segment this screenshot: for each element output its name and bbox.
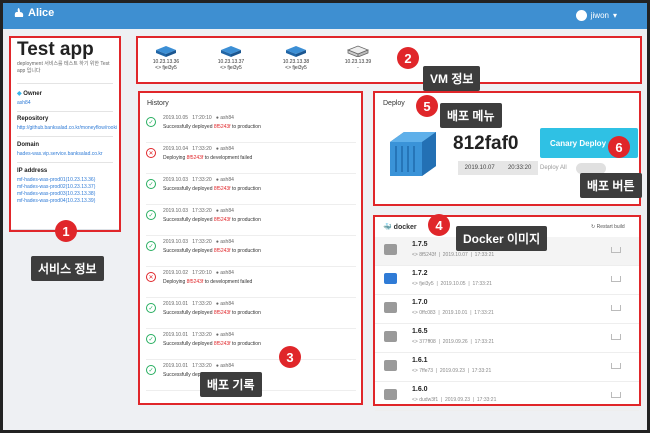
user-menu[interactable]: jiwon ▾ (575, 10, 617, 21)
app-logo[interactable]: Alice (13, 7, 54, 19)
callout-deploy-button: 배포 버튼 (580, 173, 642, 198)
chevron-down-icon: ▾ (612, 11, 617, 20)
badge-5: 5 (416, 95, 438, 117)
callout-deploy-history: 배포 기록 (200, 372, 262, 397)
app-name: Alice (28, 7, 55, 19)
callout-deploy-menu: 배포 메뉴 (440, 103, 502, 128)
top-bar: Alice jiwon ▾ (3, 3, 647, 29)
badge-6: 6 (608, 136, 630, 158)
screen: Alice jiwon ▾ Test app deployment 서비스를 테… (3, 3, 647, 430)
avatar (575, 10, 587, 21)
badge-2: 2 (397, 47, 419, 69)
badge-1: 1 (55, 220, 77, 242)
rabbit-logo-icon (14, 8, 24, 17)
annotation-box-service (9, 36, 121, 232)
user-name: jiwon (590, 11, 609, 20)
callout-docker-image: Docker 이미지 (456, 226, 548, 251)
badge-3: 3 (279, 346, 301, 368)
annotation-box-history (138, 91, 363, 405)
badge-4: 4 (428, 214, 450, 236)
callout-service-info: 서비스 정보 (31, 256, 104, 281)
annotation-box-vm (136, 36, 642, 84)
callout-vm-info: VM 정보 (423, 66, 481, 91)
